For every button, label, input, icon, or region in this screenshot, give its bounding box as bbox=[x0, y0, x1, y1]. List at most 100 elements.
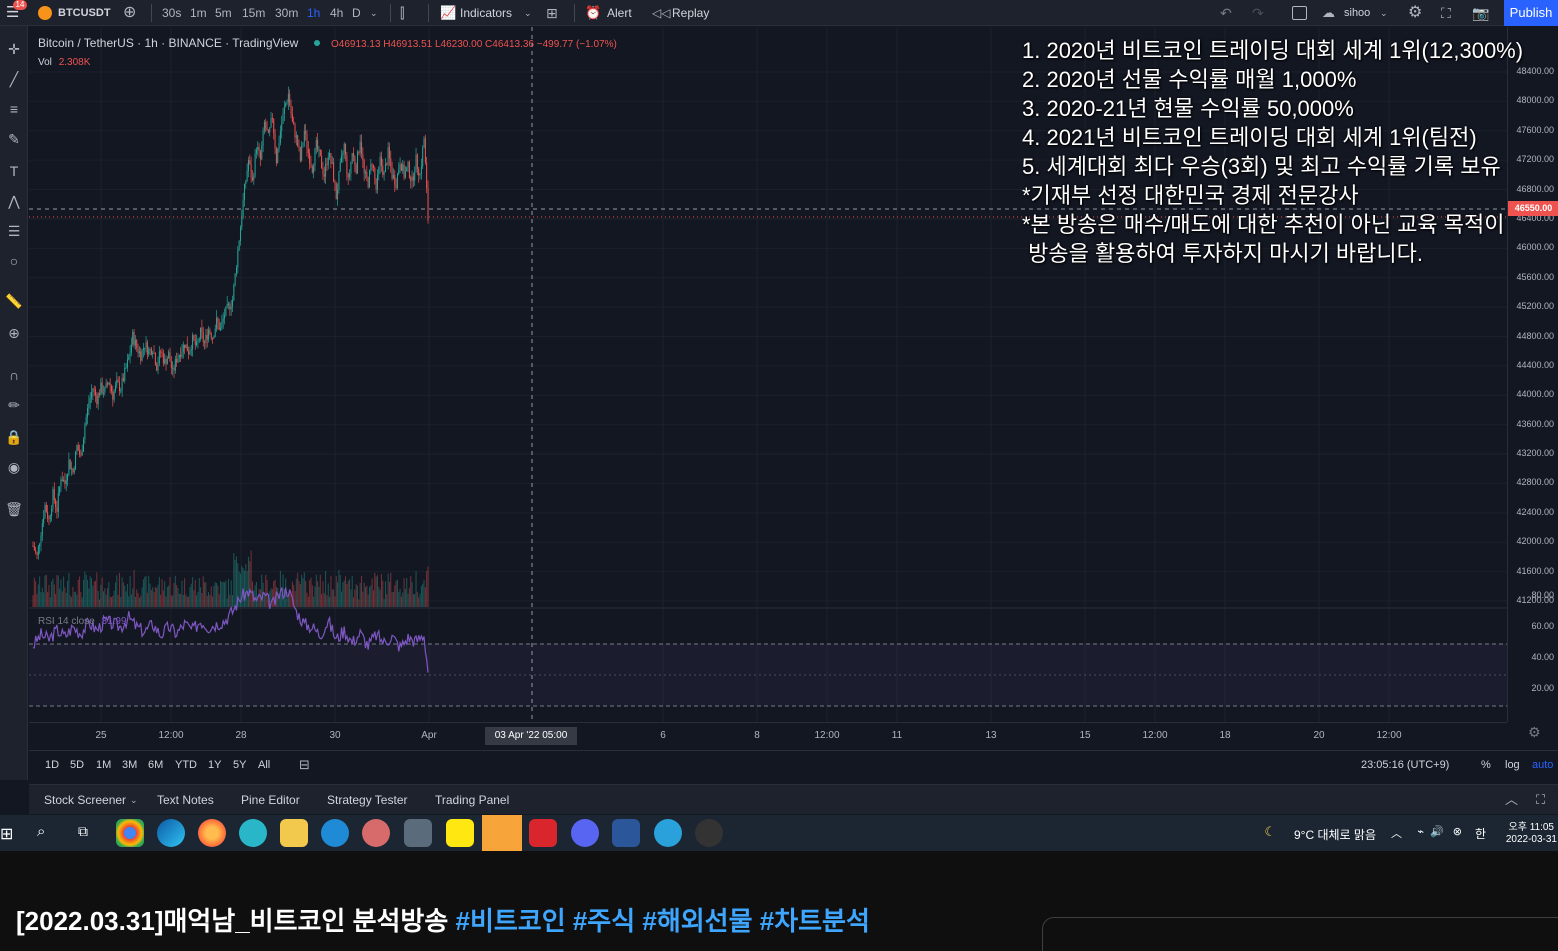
screener-dropdown-icon[interactable]: ⌄ bbox=[130, 785, 138, 815]
candle-body bbox=[129, 352, 131, 358]
firefox-app-icon[interactable] bbox=[198, 819, 226, 847]
redo-icon[interactable]: ↷ bbox=[1252, 0, 1264, 26]
volume-bar bbox=[161, 579, 163, 607]
tab-strategy-tester[interactable]: Strategy Tester bbox=[327, 785, 407, 815]
tab-pine-editor[interactable]: Pine Editor bbox=[241, 785, 300, 815]
edge-app-icon[interactable] bbox=[157, 819, 185, 847]
eye-icon[interactable]: ◉ bbox=[0, 456, 28, 478]
telegram-app-icon[interactable] bbox=[654, 819, 682, 847]
replay-icon[interactable]: ◁◁ bbox=[652, 0, 670, 26]
collapse-panel-icon[interactable]: ︿ bbox=[1505, 785, 1518, 815]
lock-icon[interactable]: 🔒 bbox=[0, 426, 28, 448]
weather-text[interactable]: 9°C 대체로 맑음 bbox=[1294, 826, 1376, 843]
zoom-in-icon[interactable]: ⊕ bbox=[0, 322, 28, 344]
layout-name[interactable]: sihoo bbox=[1344, 0, 1370, 26]
auto-scale-toggle[interactable]: auto bbox=[1532, 751, 1553, 779]
alarm-clock-icon[interactable]: ⏰ bbox=[585, 0, 601, 26]
crosshair-icon[interactable]: ✛ bbox=[0, 38, 28, 60]
range-5y[interactable]: 5Y bbox=[233, 751, 246, 779]
indicators-button[interactable]: Indicators bbox=[460, 0, 512, 26]
compare-add-icon[interactable]: ⊕ bbox=[123, 0, 136, 26]
time-axis[interactable]: 25 12:00 28 30 Apr 6 8 12:00 11 13 15 12:00 18 20 12:0… bbox=[29, 722, 1507, 748]
timeframe-d[interactable]: D bbox=[352, 0, 361, 26]
maximize-panel-icon[interactable]: ⛶ bbox=[1536, 785, 1545, 815]
range-1m[interactable]: 1M bbox=[96, 751, 111, 779]
internet-explorer-icon[interactable] bbox=[321, 819, 349, 847]
layout-dropdown-icon[interactable]: ⌄ bbox=[1380, 0, 1388, 26]
tray-expand-icon[interactable]: ︿ bbox=[1391, 825, 1402, 841]
timeframe-5m[interactable]: 5m bbox=[215, 0, 232, 26]
timeframe-1m[interactable]: 1m bbox=[190, 0, 207, 26]
clock-time[interactable]: 오후 11:05 bbox=[1509, 818, 1554, 833]
chart-type-candles-icon[interactable]: ⫿ bbox=[400, 0, 404, 26]
obs-app-icon[interactable] bbox=[695, 819, 723, 847]
timeframe-4h[interactable]: 4h bbox=[330, 0, 343, 26]
clock-timezone[interactable]: 23:05:16 (UTC+9) bbox=[1361, 751, 1449, 779]
search-icon[interactable]: ⌕ bbox=[37, 823, 45, 840]
volume-speaker-icon[interactable]: 🔊 bbox=[1430, 825, 1444, 838]
range-ytd[interactable]: YTD bbox=[175, 751, 197, 779]
camera-snapshot-icon[interactable]: 📷 bbox=[1472, 0, 1489, 26]
word-app-icon[interactable] bbox=[612, 819, 640, 847]
fullscreen-icon[interactable]: ⛶ bbox=[1441, 0, 1451, 26]
range-1y[interactable]: 1Y bbox=[208, 751, 221, 779]
kakaotalk-app-icon[interactable] bbox=[446, 819, 474, 847]
video-hashtags[interactable]: #비트코인 #주식 #해외선물 #차트분석 bbox=[455, 906, 869, 936]
symbol-search-button[interactable]: BTCUSDT bbox=[58, 0, 111, 26]
brush-icon[interactable]: ✎ bbox=[0, 128, 28, 150]
range-3m[interactable]: 3M bbox=[122, 751, 137, 779]
discord-app-icon[interactable] bbox=[571, 819, 599, 847]
prediction-icon[interactable]: ☰ bbox=[0, 220, 28, 242]
timeframe-dropdown-icon[interactable]: ⌄ bbox=[370, 0, 378, 26]
ev-app-icon[interactable] bbox=[529, 819, 557, 847]
candle-body bbox=[128, 357, 130, 360]
chart-settings-icon[interactable]: ⚙ bbox=[1528, 724, 1541, 741]
settings-gear-icon[interactable]: ⚙ bbox=[1408, 0, 1422, 26]
replay-button[interactable]: Replay bbox=[672, 0, 709, 26]
templates-grid-icon[interactable]: ⊞ bbox=[546, 0, 558, 26]
task-view-icon[interactable]: ⧉ bbox=[78, 823, 88, 840]
range-all[interactable]: All bbox=[258, 751, 270, 779]
go-to-date-icon[interactable]: ⊟ bbox=[299, 751, 310, 779]
file-explorer-icon[interactable] bbox=[280, 819, 308, 847]
clock-date[interactable]: 2022-03-31 bbox=[1506, 834, 1557, 845]
layout-square-icon[interactable] bbox=[1292, 6, 1307, 20]
publish-button[interactable]: Publish bbox=[1504, 0, 1558, 26]
percent-scale-toggle[interactable]: % bbox=[1481, 751, 1491, 779]
trash-icon[interactable]: 🗑 bbox=[0, 498, 28, 520]
pitchfork-icon[interactable]: ≡ bbox=[0, 98, 28, 120]
paint-app-icon[interactable] bbox=[362, 819, 390, 847]
magnet-icon[interactable]: ∩ bbox=[0, 364, 28, 386]
log-scale-toggle[interactable]: log bbox=[1505, 751, 1520, 779]
ruler-icon[interactable]: 📏 bbox=[0, 290, 28, 312]
bottom-panel-tabs: Stock Screener ⌄ Text Notes Pine Editor … bbox=[29, 784, 1558, 814]
notification-icon[interactable]: ⊗ bbox=[1453, 825, 1462, 838]
timeframe-30s[interactable]: 30s bbox=[162, 0, 181, 26]
network-icon[interactable]: ⌁ bbox=[1417, 825, 1424, 838]
alert-button[interactable]: Alert bbox=[607, 0, 632, 26]
indicators-icon[interactable]: 📈 bbox=[440, 0, 456, 26]
timeframe-30m[interactable]: 30m bbox=[275, 0, 298, 26]
windows-start-icon[interactable]: ⊞ bbox=[0, 824, 13, 844]
indicators-dropdown-icon[interactable]: ⌄ bbox=[524, 0, 532, 26]
cloud-save-icon[interactable]: ☁ bbox=[1322, 0, 1335, 26]
range-5d[interactable]: 5D bbox=[70, 751, 84, 779]
undo-icon[interactable]: ↶ bbox=[1220, 0, 1232, 26]
tab-text-notes[interactable]: Text Notes bbox=[157, 785, 214, 815]
tab-trading-panel[interactable]: Trading Panel bbox=[435, 785, 509, 815]
ime-indicator[interactable]: 한 bbox=[1475, 825, 1486, 842]
chrome-app-icon[interactable] bbox=[116, 819, 144, 847]
calculator-app-icon[interactable] bbox=[404, 819, 432, 847]
pattern-icon[interactable]: ⋀ bbox=[0, 190, 28, 212]
sticky-notes-app-icon[interactable] bbox=[482, 815, 522, 851]
range-6m[interactable]: 6M bbox=[148, 751, 163, 779]
timeframe-1h[interactable]: 1h bbox=[307, 0, 320, 26]
stay-drawing-icon[interactable]: ✏ bbox=[0, 394, 28, 416]
bird-app-icon[interactable] bbox=[239, 819, 267, 847]
timeframe-15m[interactable]: 15m bbox=[242, 0, 265, 26]
shape-circle-icon[interactable]: ○ bbox=[0, 250, 28, 272]
text-tool-icon[interactable]: T bbox=[0, 160, 28, 182]
tab-stock-screener[interactable]: Stock Screener bbox=[44, 785, 126, 815]
trend-line-icon[interactable]: ╱ bbox=[0, 68, 28, 90]
range-1d[interactable]: 1D bbox=[45, 751, 59, 779]
